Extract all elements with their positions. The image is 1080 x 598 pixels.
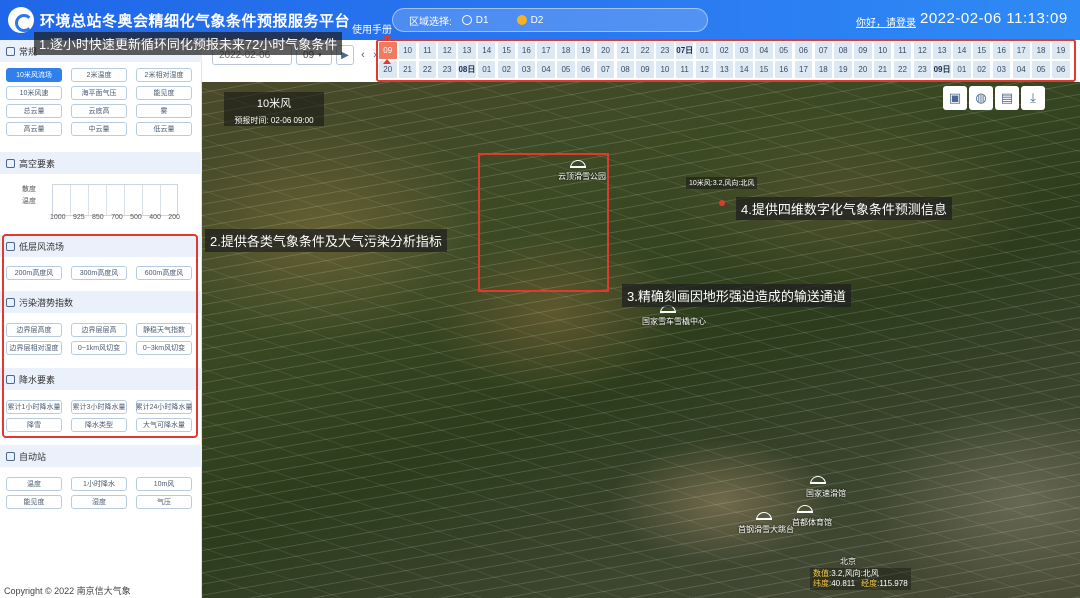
level-925[interactable]: 925 [73,214,85,221]
btn-cloud-base[interactable]: 云底高 [71,104,127,118]
btn-wind-flow-10m[interactable]: 10米风流场 [6,68,62,82]
upper-air-chart[interactable] [52,184,178,216]
app-title: 环境总站冬奥会精细化气象条件预报服务平台 [40,13,351,30]
readout-lat: :40.811 [829,579,856,588]
btn-station-wind-10m[interactable]: 10m风 [136,477,192,491]
level-1000[interactable]: 1000 [50,214,66,221]
query-point-icon[interactable] [719,200,725,206]
btn-visibility[interactable]: 能见度 [136,86,192,100]
level-500[interactable]: 500 [130,214,142,221]
layer-info-panel: 10米风 预报时间: 02-06 09:00 [224,92,324,126]
ruler-icon[interactable]: ▤ [995,86,1019,110]
app-logo-icon [8,7,34,33]
region-option-d1[interactable]: D1 [461,15,489,26]
venue-shougang[interactable]: 首钢滑雪大跳台 [738,524,794,535]
section-upper-air[interactable]: 高空要素 [0,152,202,174]
region-option-d2[interactable]: D2 [516,15,543,26]
common-items: 10米风流场 2米温度 2米相对湿度 10米风速 海平面气压 能见度 总云量 云… [6,68,194,136]
readout-lat-label: 纬度 [813,579,829,588]
btn-low-cloud[interactable]: 低云量 [136,122,192,136]
clock: 2022-02-06 11:13:09 [920,10,1068,27]
download-icon[interactable]: ⤓ [1021,86,1045,110]
level-850[interactable]: 850 [92,214,104,221]
layer-title: 10米风 [256,98,292,110]
grid-icon [6,158,15,168]
btn-slp[interactable]: 海平面气压 [71,86,127,100]
radio-checked-icon [516,15,527,25]
btn-station-pressure[interactable]: 气压 [136,495,192,509]
annotation-4: 4.提供四维数字化气象条件预测信息 [736,197,952,220]
btn-temp-2m[interactable]: 2米温度 [71,68,127,82]
current-time-marker-icon [383,59,391,64]
btn-high-cloud[interactable]: 高云量 [6,122,62,136]
venue-shoudu[interactable]: 首都体育馆 [792,517,832,528]
level-700[interactable]: 700 [111,214,123,221]
btn-rh-2m[interactable]: 2米相对湿度 [136,68,192,82]
btn-station-temp[interactable]: 温度 [6,477,62,491]
terrain-texture [202,82,1080,598]
radio-icon [461,15,472,25]
readout-lon: :115.978 [877,579,908,588]
btn-total-cloud[interactable]: 总云量 [6,104,62,118]
screenshot-icon[interactable]: ▣ [943,86,967,110]
level-400[interactable]: 400 [149,214,161,221]
pressure-levels: 1000 925 850 700 500 400 200 [50,214,180,221]
map-canvas[interactable] [202,82,1080,598]
user-manual-link[interactable]: 使用手册 [352,21,392,36]
annotation-2: 2.提供各类气象条件及大气污染分析指标 [205,229,447,252]
btn-mid-cloud[interactable]: 中云量 [71,122,127,136]
region-label: 区域选择: [409,16,452,28]
level-200[interactable]: 200 [168,214,180,221]
current-time-marker-icon [383,36,391,41]
btn-station-humidity[interactable]: 湿度 [71,495,127,509]
city-beijing: 北京 [840,557,856,566]
venue-xiaohaituo[interactable]: 国家雪车雪橇中心 [642,316,706,327]
readout-lon-label: 经度 [861,579,878,588]
annotation-1: 1.逐小时快速更新循环同化预报未来72小时气象条件 [34,32,343,55]
globe-icon[interactable]: ◍ [969,86,993,110]
grid-icon [6,46,15,56]
readout-value-label: 数值 [813,569,829,578]
venue-sudu[interactable]: 国家速滑馆 [806,488,846,499]
section-auto-station[interactable]: 自动站 [0,445,202,467]
annotation-3: 3.精确刻画因地形强迫造成的输送通道 [622,284,851,307]
point-tooltip: 10米风:3.2,风向:北风 [686,177,758,189]
highlight-box-sidebar [2,234,198,438]
copyright: Copyright © 2022 南京信大气象 [4,586,131,596]
readout-value: :3.2,风向:北风 [829,569,879,578]
btn-station-visibility[interactable]: 能见度 [6,495,62,509]
btn-station-precip-1h[interactable]: 1小时降水 [71,477,127,491]
highlight-box-map [478,153,609,292]
btn-fog[interactable]: 雾 [136,104,192,118]
forecast-time: 预报时间: 02-06 09:00 [234,116,314,125]
highlight-box-timeline [376,39,1076,82]
cursor-readout: 数值:3.2,风向:北风 纬度:40.811 经度:115.978 [810,568,911,590]
auto-items: 温度 1小时降水 10m风 能见度 湿度 气压 [6,477,194,509]
login-link[interactable]: 你好，请登录 [856,14,916,29]
chart-ylabel-divergence: 散度 [22,186,36,193]
btn-wind-speed-10m[interactable]: 10米风速 [6,86,62,100]
chart-ylabel-temp: 温度 [22,198,36,205]
station-icon [6,451,15,461]
region-selector: 区域选择: D1 D2 [392,8,708,32]
